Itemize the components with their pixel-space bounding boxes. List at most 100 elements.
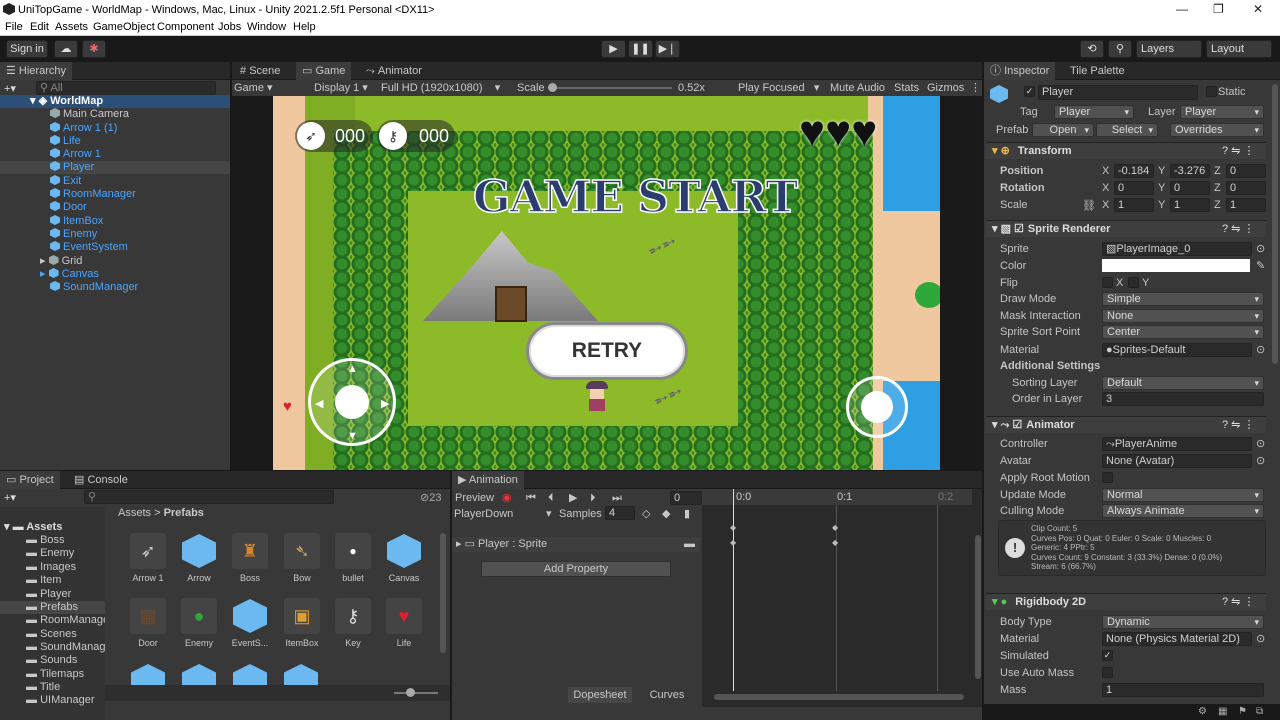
active-checkbox[interactable]: ✓	[1024, 86, 1035, 97]
asset-key[interactable]: ⚷ Key	[332, 598, 374, 648]
record-button[interactable]: ◉	[502, 489, 512, 507]
asset-canvas[interactable]: Canvas	[383, 533, 425, 583]
dopesheet-tab[interactable]: Dopesheet	[568, 687, 632, 703]
sort-point-dropdown[interactable]: Center	[1102, 325, 1264, 339]
hierarchy-item-roommanager[interactable]: RoomManager	[50, 188, 136, 201]
step-button[interactable]: ▶❘	[655, 40, 680, 58]
folder-enemy[interactable]: ▬ Enemy	[26, 547, 74, 560]
game-canvas[interactable]: ➵➵ ➵➵ ♥ ➶ 000 ⚷ 000 ♥♥♥ GAME START RETRY…	[273, 96, 940, 470]
hierarchy-item-itembox[interactable]: ItemBox	[50, 215, 103, 228]
folder-uimanager[interactable]: ▬ UIManager	[26, 694, 94, 707]
history-icon[interactable]: ⟲	[1080, 40, 1104, 58]
mute-audio-button[interactable]: Mute Audio	[830, 80, 885, 96]
tab-inspector[interactable]: ⓘ Inspector	[984, 62, 1056, 80]
object-picker-icon[interactable]: ⊙	[1256, 242, 1265, 255]
folder-boss[interactable]: ▬ Boss	[26, 534, 65, 547]
close-icon[interactable]: ✕	[1253, 2, 1263, 16]
resolution-dropdown[interactable]: Full HD (1920x1080) ▾	[381, 80, 500, 96]
asset-door[interactable]: ▦ Door	[127, 598, 169, 648]
folder-tilemaps[interactable]: ▬ Tilemaps	[26, 668, 84, 681]
asset-bullet[interactable]: ● bullet	[332, 533, 374, 583]
position-y-input[interactable]: -3.276	[1170, 164, 1210, 178]
add-property-button[interactable]: Add Property	[481, 561, 671, 577]
tab-tile-palette[interactable]: Tile Palette	[1064, 62, 1131, 80]
apply-root-motion-checkbox[interactable]	[1102, 472, 1113, 483]
additional-settings-foldout[interactable]: Additional Settings	[1000, 360, 1100, 372]
tag-dropdown[interactable]: Player	[1054, 105, 1134, 119]
hierarchy-item-life[interactable]: Life	[50, 135, 81, 148]
create-button[interactable]: +▾	[4, 82, 16, 95]
color-swatch[interactable]	[1102, 259, 1250, 272]
menu-help[interactable]: Help	[293, 21, 316, 33]
menu-file[interactable]: File	[5, 21, 23, 33]
hierarchy-item-canvas[interactable]: ▸ Canvas	[40, 268, 99, 281]
flip-x-checkbox[interactable]	[1102, 277, 1113, 288]
hierarchy-item-arrow-1-1[interactable]: Arrow 1 (1)	[50, 122, 117, 135]
avatar-field[interactable]: None (Avatar)	[1102, 454, 1252, 468]
transform-header[interactable]: ▾ ⊕ Transform? ⇋ ⋮	[986, 142, 1266, 159]
menu-jobs[interactable]: Jobs	[218, 21, 241, 33]
update-mode-dropdown[interactable]: Normal	[1102, 488, 1264, 502]
asset-eventsystem[interactable]: EventS...	[229, 598, 271, 648]
project-search-input[interactable]: ⚲	[84, 490, 334, 504]
display-mode-dropdown[interactable]: Game ▾	[234, 80, 273, 96]
scale-z-input[interactable]: 1	[1226, 198, 1266, 212]
controller-field[interactable]: ⤳PlayerAnime	[1102, 437, 1252, 451]
first-frame-button[interactable]: ⏮	[526, 489, 536, 507]
clip-dropdown[interactable]: PlayerDown ▾	[454, 507, 554, 522]
simulated-checkbox[interactable]: ✓	[1102, 650, 1113, 661]
playhead[interactable]	[733, 489, 734, 691]
mass-input[interactable]: 1	[1102, 683, 1264, 697]
prefab-overrides-dropdown[interactable]: Overrides	[1170, 123, 1264, 137]
hierarchy-item-enemy[interactable]: Enemy	[50, 228, 97, 241]
object-name-input[interactable]: Player	[1038, 85, 1198, 100]
menu-gameobject[interactable]: GameObject	[93, 21, 155, 33]
folder-scenes[interactable]: ▬ Scenes	[26, 628, 77, 641]
object-picker-icon[interactable]: ⊙	[1256, 437, 1265, 450]
rb-material-field[interactable]: None (Physics Material 2D)	[1102, 632, 1252, 646]
display-dropdown[interactable]: Display 1 ▾	[314, 80, 368, 96]
layout-dropdown[interactable]: Layout	[1206, 40, 1272, 58]
minimize-icon[interactable]: —	[1176, 2, 1188, 16]
last-frame-button[interactable]: ⏭	[612, 489, 622, 507]
hierarchy-item-exit[interactable]: Exit	[50, 175, 81, 188]
asset-bow[interactable]: ➴ Bow	[281, 533, 323, 583]
stats-button[interactable]: Stats	[894, 80, 919, 96]
virtual-joystick[interactable]: ▲ ▼ ◀ ▶	[308, 358, 396, 446]
samples-input[interactable]: 4	[605, 506, 635, 520]
search-icon[interactable]: ⚲	[1108, 40, 1132, 58]
more-options-icon[interactable]: ⋮	[970, 80, 981, 96]
folder-sounds[interactable]: ▬ Sounds	[26, 654, 77, 667]
play-focused-dropdown[interactable]: Play Focused ▾	[738, 80, 819, 96]
draw-mode-dropdown[interactable]: Simple	[1102, 292, 1264, 306]
menu-assets[interactable]: Assets	[55, 21, 88, 33]
play-animation-button[interactable]: ▶	[569, 489, 577, 507]
hierarchy-item-arrow-1[interactable]: Arrow 1	[50, 148, 101, 161]
menu-component[interactable]: Component	[157, 21, 214, 33]
keyframe-icon[interactable]: ◆	[832, 523, 838, 532]
asset-arrow-1[interactable]: ➶ Arrow 1	[127, 533, 169, 583]
layers-dropdown[interactable]: Layers	[1136, 40, 1202, 58]
menu-window[interactable]: Window	[247, 21, 286, 33]
scale-y-input[interactable]: 1	[1170, 198, 1210, 212]
icon-size-slider-handle[interactable]	[406, 688, 415, 697]
property-row[interactable]: ▸ ▭ Player : Sprite ▬	[452, 537, 700, 552]
sorting-layer-dropdown[interactable]: Default	[1102, 376, 1264, 390]
sprite-field[interactable]: ▧PlayerImage_0	[1102, 242, 1252, 256]
menu-edit[interactable]: Edit	[30, 21, 49, 33]
filter-icon[interactable]: ▮	[684, 507, 690, 520]
collab-icon[interactable]: ✱	[82, 40, 106, 58]
scene-root-worldmap[interactable]: ▾ ◈ WorldMap	[0, 95, 230, 108]
status-icon[interactable]: ⚑	[1238, 706, 1247, 717]
tab-game[interactable]: ▭ Game	[296, 62, 352, 80]
asset-itembox[interactable]: ▣ ItemBox	[281, 598, 323, 648]
hierarchy-item-player[interactable]: Player	[0, 161, 230, 174]
hierarchy-item-soundmanager[interactable]: SoundManager	[50, 281, 138, 294]
hierarchy-item-door[interactable]: Door	[50, 201, 87, 214]
object-picker-icon[interactable]: ⊙	[1256, 454, 1265, 467]
breadcrumb-assets[interactable]: Assets	[118, 507, 151, 519]
folder-assets[interactable]: ▾ ▬ Assets	[4, 521, 62, 534]
tab-console[interactable]: ▤ Console	[68, 471, 134, 489]
asset-enemy[interactable]: ● Enemy	[178, 598, 220, 648]
keyframe-icon[interactable]: ◆	[730, 523, 736, 532]
